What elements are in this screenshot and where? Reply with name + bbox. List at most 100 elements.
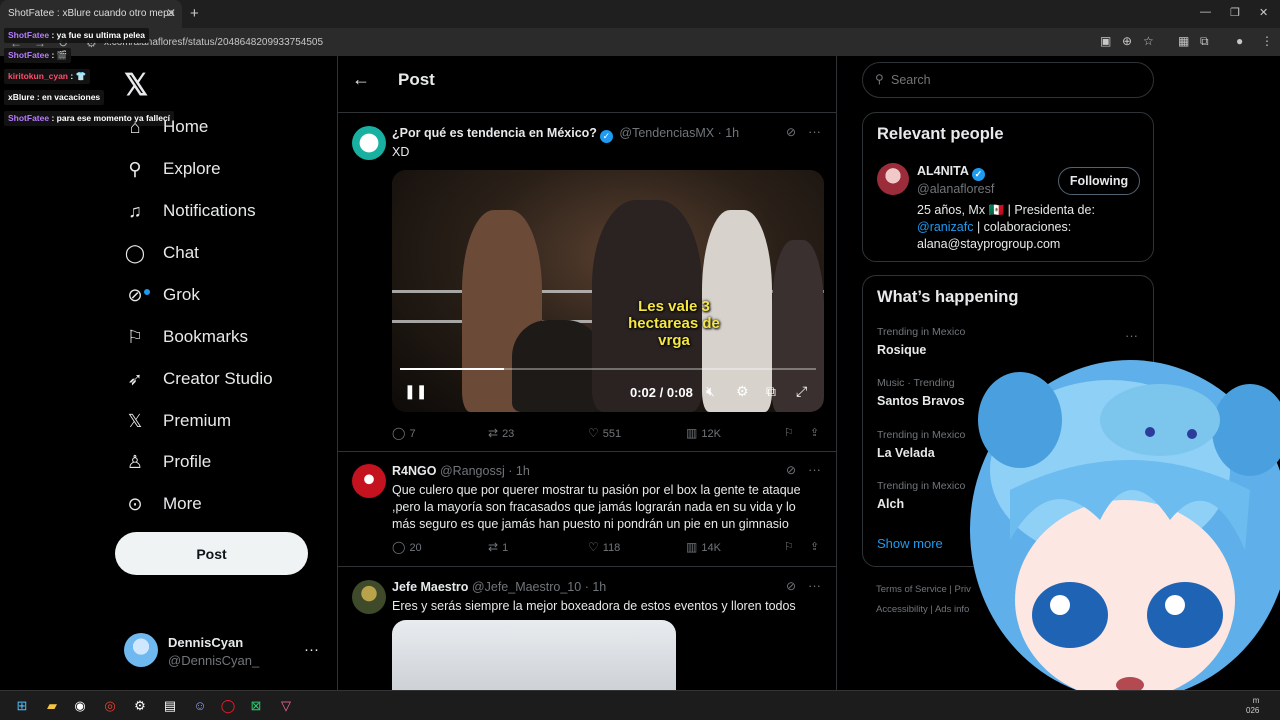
- avatar[interactable]: [124, 633, 158, 667]
- steam-icon[interactable]: ⚙: [130, 696, 150, 716]
- share-icon[interactable]: ⇪: [810, 426, 819, 439]
- show-more-link[interactable]: Show more: [877, 536, 943, 551]
- browser-tab[interactable]: ShotFatee : xBlure cuando otro mepa ✕: [0, 0, 182, 28]
- avatar[interactable]: [352, 580, 386, 614]
- discord-icon[interactable]: ☺: [190, 696, 210, 716]
- footer-links[interactable]: Accessibility | Ads info: [876, 604, 969, 615]
- trend-item[interactable]: Trending in Mexico La Velada: [877, 429, 965, 460]
- tweet-time[interactable]: · 1h: [718, 126, 740, 140]
- tweet-handle[interactable]: @TendenciasMX: [619, 126, 714, 140]
- tweet-text: XD: [392, 145, 410, 159]
- account-name[interactable]: DennisCyan: [168, 635, 243, 650]
- tweet[interactable]: Jefe Maestro @Jefe_Maestro_10 · 1h ⊘ ···…: [338, 568, 836, 690]
- tweet-image[interactable]: [392, 620, 676, 690]
- repost-button[interactable]: ⇄ 23: [488, 426, 514, 440]
- footer-links[interactable]: Terms of Service | Priv: [876, 584, 971, 595]
- more-icon[interactable]: ···: [808, 578, 821, 593]
- nav-profile[interactable]: ♙ Profile: [124, 445, 211, 479]
- grok-icon[interactable]: ⊘: [786, 463, 796, 477]
- nav-creator-studio[interactable]: ➶ Creator Studio: [124, 362, 272, 396]
- nav-premium[interactable]: 𝕏 Premium: [124, 404, 231, 438]
- pause-icon[interactable]: ❚❚: [404, 383, 427, 400]
- like-button[interactable]: ♡ 551: [588, 426, 621, 440]
- x-logo-icon[interactable]: 𝕏: [124, 68, 148, 103]
- more-icon[interactable]: ···: [808, 124, 821, 139]
- close-tab-icon[interactable]: ✕: [166, 6, 176, 20]
- tweet-time[interactable]: · 1h: [585, 580, 607, 594]
- nav-notifications[interactable]: ♫ Notifications: [124, 194, 255, 228]
- opera-icon[interactable]: ◯: [218, 696, 238, 716]
- tweet-author[interactable]: ¿Por qué es tendencia en México?: [392, 126, 597, 140]
- puzzle-icon[interactable]: ⧉: [1200, 34, 1209, 49]
- zoom-icon[interactable]: ⊕: [1122, 34, 1132, 48]
- trend-item[interactable]: Music · Trending Santos Bravos: [877, 377, 965, 408]
- main-header: ← Post: [338, 56, 836, 113]
- file-explorer-icon[interactable]: ▰: [42, 696, 62, 716]
- avatar-mascot: [1100, 384, 1220, 456]
- search-input[interactable]: [891, 73, 1141, 87]
- video-progress-track[interactable]: [400, 368, 816, 370]
- more-icon[interactable]: ···: [808, 462, 821, 477]
- views-button[interactable]: ▥ 14K: [686, 540, 721, 554]
- person-name[interactable]: AL4NITA ✓: [917, 164, 988, 181]
- search-box[interactable]: ⚲: [862, 62, 1154, 98]
- star-icon[interactable]: ☆: [1143, 34, 1154, 48]
- fullscreen-icon[interactable]: ⤢: [796, 383, 807, 400]
- account-handle[interactable]: @DennisCyan_: [168, 653, 259, 668]
- back-arrow-icon[interactable]: ←: [352, 69, 370, 90]
- nav-home[interactable]: ⌂ Home: [124, 110, 209, 144]
- pip-icon[interactable]: ⧉: [766, 383, 776, 400]
- tweet[interactable]: R4NGO @Rangossj · 1h ⊘ ··· Que culero qu…: [338, 452, 836, 567]
- nav-grok[interactable]: ⊘ Grok: [124, 278, 199, 312]
- like-button[interactable]: ♡ 118: [588, 540, 620, 554]
- windows-start-icon[interactable]: ⊞: [12, 696, 32, 716]
- person-handle[interactable]: @alanafloresf: [917, 182, 994, 196]
- avatar[interactable]: [877, 163, 909, 195]
- install-icon[interactable]: ▣: [1100, 34, 1111, 48]
- post-button[interactable]: Post: [115, 532, 308, 575]
- minimize-icon[interactable]: —: [1200, 6, 1211, 18]
- bio-link[interactable]: @ranizafc: [917, 220, 973, 234]
- grok-icon[interactable]: ⊘: [786, 579, 796, 593]
- browser-menu-icon[interactable]: ⋮: [1261, 34, 1273, 48]
- video-player[interactable]: Les vale 3 hectareas de vrga ❚❚ 0:02 / 0…: [392, 170, 824, 412]
- tweet-author[interactable]: R4NGO: [392, 464, 436, 478]
- maximize-icon[interactable]: ❐: [1230, 6, 1240, 19]
- following-button[interactable]: Following: [1058, 167, 1140, 195]
- tweet[interactable]: ¿Por qué es tendencia en México? ✓ @Tende…: [338, 114, 836, 452]
- system-clock[interactable]: m 026: [1246, 696, 1259, 716]
- tweet-author[interactable]: Jefe Maestro: [392, 580, 468, 594]
- tweet-time[interactable]: · 1h: [508, 464, 530, 478]
- share-icon[interactable]: ⇪: [810, 540, 819, 553]
- nav-chat[interactable]: ◯ Chat: [124, 236, 199, 270]
- new-tab-button[interactable]: +: [190, 5, 199, 22]
- nav-explore[interactable]: ⚲ Explore: [124, 152, 220, 186]
- profile-avatar-icon[interactable]: ●: [1236, 34, 1243, 48]
- repost-button[interactable]: ⇄ 1: [488, 540, 508, 554]
- settings-icon[interactable]: ⚙: [736, 383, 749, 400]
- app-icon[interactable]: ▽: [276, 696, 296, 716]
- nav-bookmarks[interactable]: ⚐ Bookmarks: [124, 320, 248, 354]
- app-icon[interactable]: ▤: [160, 696, 180, 716]
- trend-item[interactable]: Trending in Mexico Alch: [877, 480, 965, 511]
- grok-icon[interactable]: ⊘: [786, 125, 796, 139]
- obs-icon[interactable]: ◉: [70, 696, 90, 716]
- nav-more[interactable]: ⊙ More: [124, 487, 201, 521]
- bookmark-icon[interactable]: ⚐: [784, 540, 794, 553]
- tweet-handle[interactable]: @Jefe_Maestro_10: [472, 580, 581, 594]
- avatar[interactable]: [352, 464, 386, 498]
- close-window-icon[interactable]: ✕: [1259, 6, 1268, 19]
- more-icon[interactable]: ···: [1125, 328, 1138, 343]
- chrome-icon[interactable]: ◎: [100, 696, 120, 716]
- reply-button[interactable]: ◯ 20: [392, 540, 422, 554]
- excel-icon[interactable]: ⊠: [246, 696, 266, 716]
- account-more-icon[interactable]: ···: [304, 641, 319, 658]
- views-button[interactable]: ▥ 12K: [686, 426, 721, 440]
- extension-icon[interactable]: ▦: [1178, 34, 1189, 48]
- mute-icon[interactable]: 🔇︎: [706, 383, 715, 400]
- tweet-handle[interactable]: @Rangossj: [440, 464, 505, 478]
- avatar[interactable]: [352, 126, 386, 160]
- trend-item[interactable]: Trending in Mexico Rosique: [877, 326, 965, 357]
- bookmark-icon[interactable]: ⚐: [784, 426, 794, 439]
- reply-button[interactable]: ◯ 7: [392, 426, 416, 440]
